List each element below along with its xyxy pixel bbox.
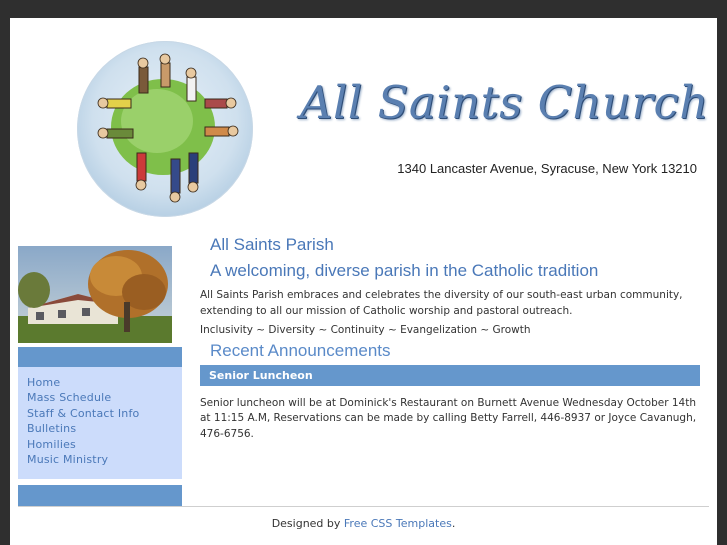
sidebar-item-staff-contact[interactable]: Staff & Contact Info [27,406,182,421]
sidebar-nav: Home Mass Schedule Staff & Contact Info … [18,367,182,480]
footer-prefix: Designed by [271,517,344,530]
footer-divider [18,506,709,507]
sidebar-footer-bar [18,485,182,507]
church-logo [77,41,253,217]
site-title: All Saints Church [300,76,709,129]
church-address: 1340 Lancaster Avenue, Syracuse, New Yor… [397,161,697,176]
footer: Designed by Free CSS Templates. [10,517,717,530]
main-content: All Saints Parish A welcoming, diverse p… [200,232,700,442]
sidebar: Home Mass Schedule Staff & Contact Info … [18,246,182,507]
announcements-heading: Recent Announcements [210,340,391,360]
church-photo [18,246,172,343]
sidebar-item-homilies[interactable]: Homilies [27,437,182,452]
announcement-body: Senior luncheon will be at Dominick's Re… [200,396,697,440]
sidebar-item-bulletins[interactable]: Bulletins [27,421,182,436]
sidebar-item-mass-schedule[interactable]: Mass Schedule [27,390,182,405]
parish-heading: All Saints Parish [210,235,334,254]
page: All Saints Church 1340 Lancaster Avenue,… [10,18,717,545]
footer-credit-link[interactable]: Free CSS Templates [344,517,452,530]
intro-paragraph: All Saints Parish embraces and celebrate… [200,289,683,317]
motto-text: Inclusivity ~ Diversity ~ Continuity ~ E… [200,324,531,336]
sidebar-item-home[interactable]: Home [27,375,182,390]
sidebar-header-bar [18,347,182,367]
footer-suffix: . [451,517,456,530]
sidebar-item-music-ministry[interactable]: Music Ministry [27,452,182,467]
announcement-title: Senior Luncheon [200,364,700,386]
parish-tagline: A welcoming, diverse parish in the Catho… [210,261,599,280]
